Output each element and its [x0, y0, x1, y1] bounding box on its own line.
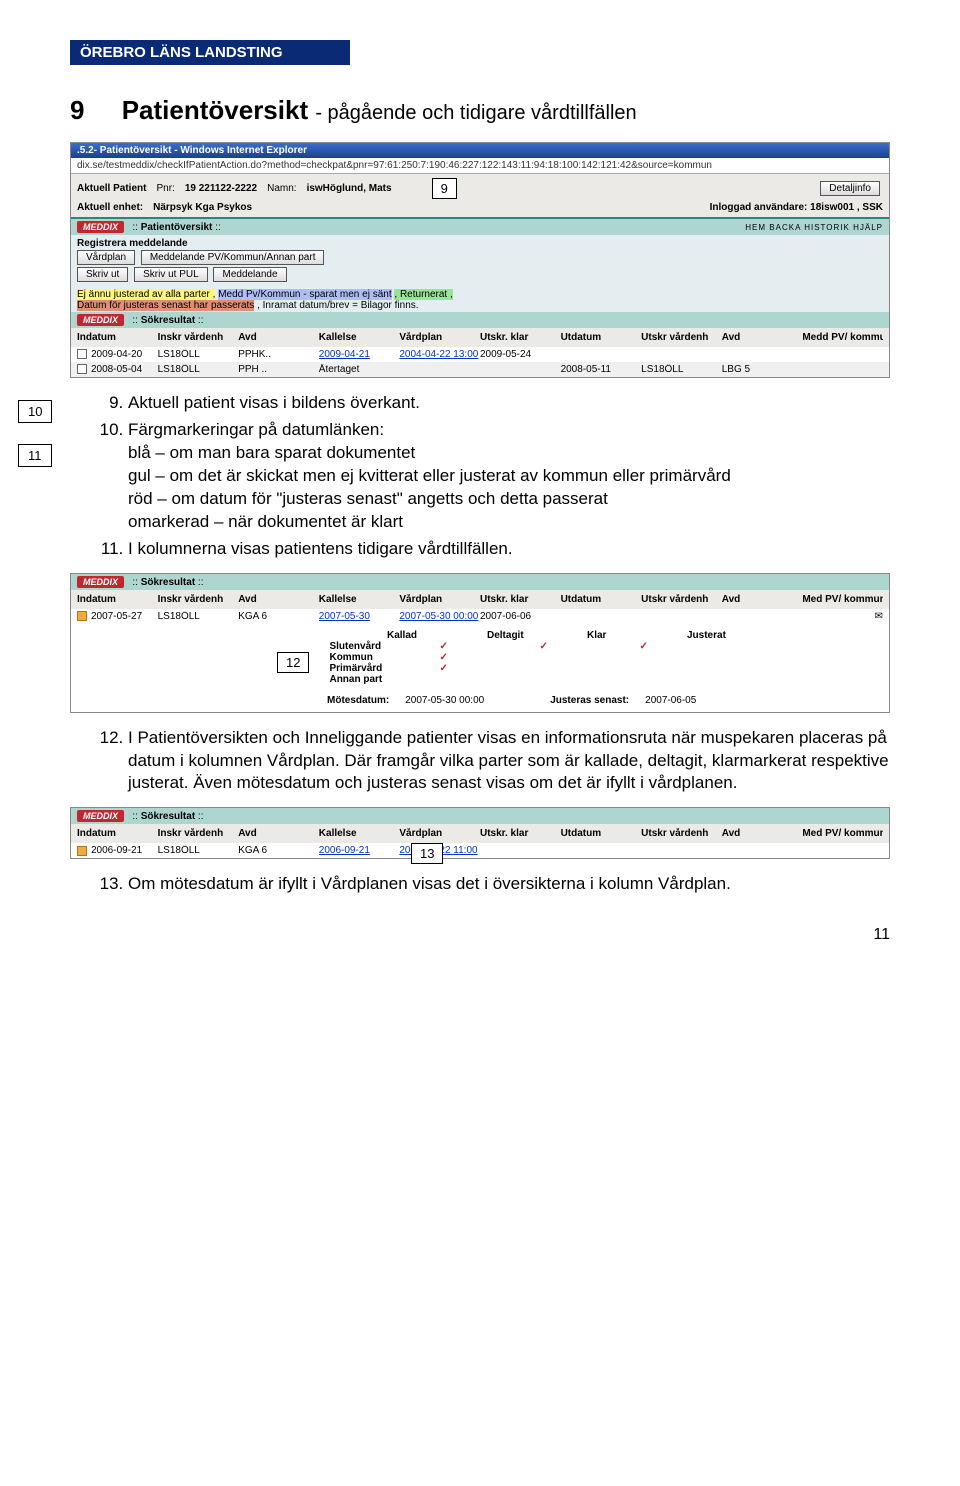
- item-12: I Patientöversikten och Inneliggande pat…: [128, 727, 890, 796]
- inloggad-value: 18isw001 , SSK: [810, 202, 883, 213]
- legend-blue: Medd Pv/Kommun - sparat men ej sänt: [218, 289, 391, 300]
- screenshot-tooltip: MEDDIX :: Sökresultat :: IndatumInskr vå…: [70, 573, 890, 713]
- pop-col-klar: Klar: [587, 630, 647, 641]
- meddelande-button[interactable]: Meddelande: [213, 267, 286, 282]
- pop-col-justerat: Justerat: [687, 630, 747, 641]
- margin-box-10: 10: [18, 400, 52, 423]
- table-row[interactable]: 2007-05-27 LS18ÖLLKGA 6 2007-05-30 2007-…: [71, 609, 889, 624]
- body-list-3: Om mötesdatum är ifyllt i Vårdplanen vis…: [106, 873, 890, 896]
- box-9: 9: [432, 178, 457, 199]
- vardplan-button[interactable]: Vårdplan: [77, 250, 135, 265]
- pop-col-deltagit: Deltagit: [487, 630, 547, 641]
- checkbox-icon[interactable]: [77, 611, 87, 621]
- item-10: Färgmarkeringar på datumlänken: blå – om…: [128, 419, 890, 534]
- pop-col-kallad: Kallad: [387, 630, 447, 641]
- back-icon[interactable]: BACKA: [769, 223, 801, 232]
- checkbox-icon[interactable]: [77, 364, 87, 374]
- motesdatum-value: 2007-05-30 00:00: [405, 695, 484, 706]
- window-titlebar: .5.2- Patientöversikt - Windows Internet…: [71, 143, 889, 158]
- enhet-label: Aktuell enhet:: [77, 202, 143, 213]
- motesdatum-label: Mötesdatum:: [327, 695, 389, 706]
- legend-red: Datum för justeras senast har passerats: [77, 300, 254, 311]
- page-number: 11: [70, 926, 890, 944]
- meddix-logo-3: MEDDIX: [77, 576, 124, 588]
- skriv-ut-button[interactable]: Skriv ut: [77, 267, 128, 282]
- registrera-label: Registrera meddelande: [77, 238, 188, 249]
- aktuell-patient-label: Aktuell Patient: [77, 183, 146, 194]
- inloggad-label: Inloggad användare:: [710, 202, 808, 213]
- section-number: 9: [70, 95, 84, 125]
- section-header-sok-2: Sökresultat: [141, 577, 195, 588]
- section-header-1: Patientöversikt: [141, 222, 213, 233]
- legend-yellow: Ej ännu justerad av alla parter ,: [77, 289, 215, 300]
- item-13: Om mötesdatum är ifyllt i Vårdplanen vis…: [128, 873, 890, 896]
- screenshot-vardplan-col: MEDDIX :: Sökresultat :: IndatumInskr vå…: [70, 807, 890, 859]
- table-header-row: IndatumInskr vårdenh AvdKallelse Vårdpla…: [71, 328, 889, 347]
- title-main: Patientöversikt: [122, 95, 308, 125]
- box-13: 13: [411, 843, 443, 864]
- margin-box-11: 11: [18, 444, 52, 467]
- detaljinfo-button[interactable]: Detaljinfo: [820, 181, 880, 196]
- legend-green: , Returnerat ,: [394, 289, 452, 300]
- body-list-1: Aktuell patient visas i bildens överkant…: [106, 392, 890, 561]
- table-header-row-2: IndatumInskr vårdenh AvdKallelse Vårdpla…: [71, 590, 889, 609]
- section-header-sok-3: Sökresultat: [141, 811, 195, 822]
- meddix-logo: MEDDIX: [77, 221, 124, 233]
- checkbox-icon[interactable]: [77, 349, 87, 359]
- table-row[interactable]: 2006-09-21 LS18ÖLLKGA 6 2006-09-21 2006-…: [71, 843, 889, 858]
- namn-value: iswHöglund, Mats: [307, 183, 392, 194]
- help-icon[interactable]: HJÄLP: [853, 223, 883, 232]
- justeras-label: Justeras senast:: [550, 695, 629, 706]
- meddix-logo-2: MEDDIX: [77, 314, 124, 326]
- justeras-value: 2007-06-05: [645, 695, 696, 706]
- body-list-2: I Patientöversikten och Inneliggande pat…: [106, 727, 890, 796]
- history-icon[interactable]: HISTORIK: [804, 223, 850, 232]
- pnr-value: 19 221122-2222: [185, 183, 257, 194]
- title-sub: - pågående och tidigare vårdtillfällen: [315, 102, 636, 124]
- pnr-label: Pnr:: [156, 183, 174, 194]
- table-row[interactable]: 2009-04-20 LS18ÖLLPPHK.. 2009-04-21 2004…: [71, 347, 889, 362]
- table-row[interactable]: 2008-05-04 LS18ÖLLPPH .. Återtaget 2008-…: [71, 362, 889, 377]
- item-9: Aktuell patient visas i bildens överkant…: [128, 392, 890, 415]
- table-header-row-3: IndatumInskr vårdenh AvdKallelse Vårdpla…: [71, 824, 889, 843]
- screenshot-patientoversikt: .5.2- Patientöversikt - Windows Internet…: [70, 142, 890, 378]
- home-icon[interactable]: HEM: [745, 223, 766, 232]
- meddelande-pv-button[interactable]: Meddelande PV/Kommun/Annan part: [141, 250, 325, 265]
- namn-label: Namn:: [267, 183, 296, 194]
- meddix-logo-4: MEDDIX: [77, 810, 124, 822]
- address-bar[interactable]: dix.se/testmeddix/checkIfPatientAction.d…: [71, 158, 889, 174]
- section-header-2: Sökresultat: [141, 315, 195, 326]
- enhet-value: Närpsyk Kga Psykos: [153, 202, 252, 213]
- box-12: 12: [277, 652, 309, 673]
- legend-post: , Inramat datum/brev = Bilagor finns.: [257, 300, 418, 311]
- item-11: I kolumnerna visas patientens tidigare v…: [128, 538, 890, 561]
- page-title: 9 Patientöversikt - pågående och tidigar…: [70, 95, 890, 126]
- skriv-ut-pul-button[interactable]: Skriv ut PUL: [134, 267, 208, 282]
- org-header: ÖREBRO LÄNS LANDSTING: [70, 40, 350, 65]
- checkbox-icon[interactable]: [77, 846, 87, 856]
